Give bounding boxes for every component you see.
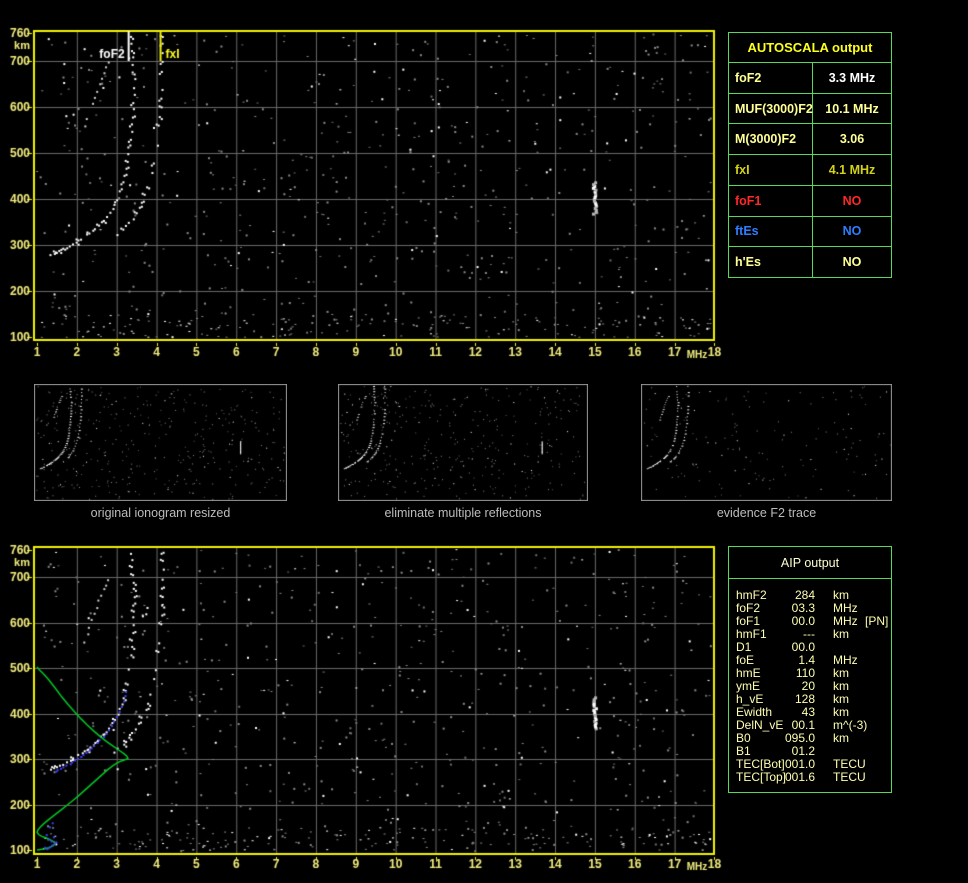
aip-unit: km (833, 666, 849, 680)
aip-unit: MHz (833, 614, 858, 628)
aip-val: 03.3 (791, 601, 815, 615)
autoscala-row: foF1 NO (729, 184, 891, 216)
aip-row: foE 1.4 MHz (729, 653, 891, 667)
aip-name: h_vE (736, 692, 764, 706)
aip-name: B0 (736, 731, 751, 745)
aip-unit: km (833, 731, 849, 745)
aip-row: ymE 20 km (729, 679, 891, 693)
autoscala-row-label: fxI (729, 155, 813, 185)
autoscala-row-value: 4.1 MHz (828, 163, 876, 178)
aip-row: hmE 110 km (729, 666, 891, 680)
thumbnail-caption-f2trace: evidence F2 trace (716, 506, 817, 520)
autoscala-row-value: 3.06 (839, 132, 865, 147)
autoscala-row: h'Es NO (729, 246, 891, 278)
autoscala-output-table: AUTOSCALA output foF2 3.3 MHz MUF(3000)F2 1… (728, 32, 892, 278)
thumbnail-original-ionogram (34, 384, 287, 501)
aip-extra: [PN] (865, 614, 889, 628)
aip-row: h_vE 128 km (729, 692, 891, 706)
aip-name: D1 (736, 640, 752, 654)
aip-unit: km (833, 627, 849, 641)
bottom-ionogram-profile-canvas (0, 530, 726, 883)
autoscala-row-label: M(3000)F2 (729, 124, 813, 155)
aip-unit: MHz (833, 653, 858, 667)
aip-unit: km (833, 692, 849, 706)
aip-name: ymE (736, 679, 760, 693)
aip-name: B1 (736, 744, 751, 758)
aip-row: foF2 03.3 MHz (729, 601, 891, 615)
autoscala-window: La_Spezia (lat: +44.1 , lon: 009.8) - DA… (0, 0, 968, 883)
autoscala-row: M(3000)F2 3.06 (729, 123, 891, 155)
autoscala-row-value: NO (842, 224, 862, 239)
aip-row: hmF2 284 km (729, 588, 891, 602)
aip-val: 00.1 (791, 718, 815, 732)
aip-val: 001.6 (784, 770, 815, 784)
autoscala-row-label: foF1 (729, 185, 813, 216)
aip-val: 1.4 (798, 653, 815, 667)
aip-unit: TECU (833, 757, 866, 771)
autoscala-row-value: 3.3 MHz (828, 70, 876, 85)
autoscala-row-value: NO (842, 255, 862, 270)
thumbnail-evidence-f2-trace (641, 384, 892, 501)
aip-table-rows: hmF2 284 km foF2 03.3 MHz foF1 00.0 MHz [PN] hmF1-… (729, 579, 891, 784)
aip-table-title: AIP output (729, 547, 891, 579)
autoscala-row-label: ftEs (729, 216, 813, 247)
aip-val: 284 (794, 588, 815, 602)
aip-name: hmE (736, 666, 761, 680)
autoscala-row-value: 10.1 MHz (825, 101, 879, 116)
aip-unit: km (833, 705, 849, 719)
aip-row: DelN_vE 00.1 m^(-3) (729, 718, 891, 732)
autoscala-row: foF2 3.3 MHz (729, 62, 891, 93)
aip-row: D1 00.0 (729, 640, 891, 654)
aip-row: B0 095.0 km (729, 731, 891, 745)
aip-name: foF2 (736, 601, 761, 615)
aip-unit: TECU (833, 770, 866, 784)
aip-row: foF1 00.0 MHz [PN] (729, 614, 891, 628)
thumbnail-caption-original: original ionogram resized (90, 506, 231, 520)
aip-row: B1 01.2 (729, 744, 891, 758)
aip-unit: m^(-3) (833, 718, 868, 732)
autoscala-row: MUF(3000)F2 10.1 MHz (729, 92, 891, 124)
aip-val: 00.0 (791, 614, 815, 628)
aip-unit: km (833, 588, 849, 602)
aip-val: 110 (795, 666, 815, 680)
aip-val: 00.0 (791, 640, 815, 654)
autoscala-table-title: AUTOSCALA output (747, 40, 873, 55)
autoscala-row: ftEs NO (729, 215, 891, 247)
aip-val: 01.2 (791, 744, 815, 758)
autoscala-row-label: MUF(3000)F2 (729, 93, 813, 124)
aip-val: 128 (794, 692, 815, 706)
aip-val: 095.0 (784, 731, 815, 745)
thumbnail-eliminate-reflections (338, 384, 588, 501)
thumbnail-caption-reflections: eliminate multiple reflections (384, 506, 542, 520)
aip-val: 43 (801, 705, 815, 719)
aip-output-table: AIP output hmF2 284 km foF2 03.3 MHz foF1 00.0 M… (728, 546, 892, 793)
aip-unit: MHz (833, 601, 858, 615)
aip-val: --- (803, 627, 815, 641)
autoscala-table-rows: foF2 3.3 MHz MUF(3000)F2 10.1 MHz M(3000)F2 3… (729, 62, 891, 278)
aip-val: 20 (801, 679, 815, 693)
aip-name: foF1 (736, 614, 761, 628)
autoscala-row-label: h'Es (729, 247, 813, 278)
autoscala-row-label: foF2 (729, 63, 813, 93)
aip-val: 001.0 (784, 757, 815, 771)
aip-name: foE (736, 653, 755, 667)
aip-row: TEC[Bot] 001.0 TECU (729, 757, 891, 771)
aip-unit: km (833, 679, 849, 693)
autoscala-row-value: NO (842, 193, 862, 208)
top-ionogram-canvas (0, 0, 726, 372)
aip-row: hmF1 --- km (729, 627, 891, 641)
aip-row: Ewidth 43 km (729, 705, 891, 719)
aip-row: TEC[Top] 001.6 TECU (729, 770, 891, 784)
autoscala-row: fxI 4.1 MHz (729, 154, 891, 185)
